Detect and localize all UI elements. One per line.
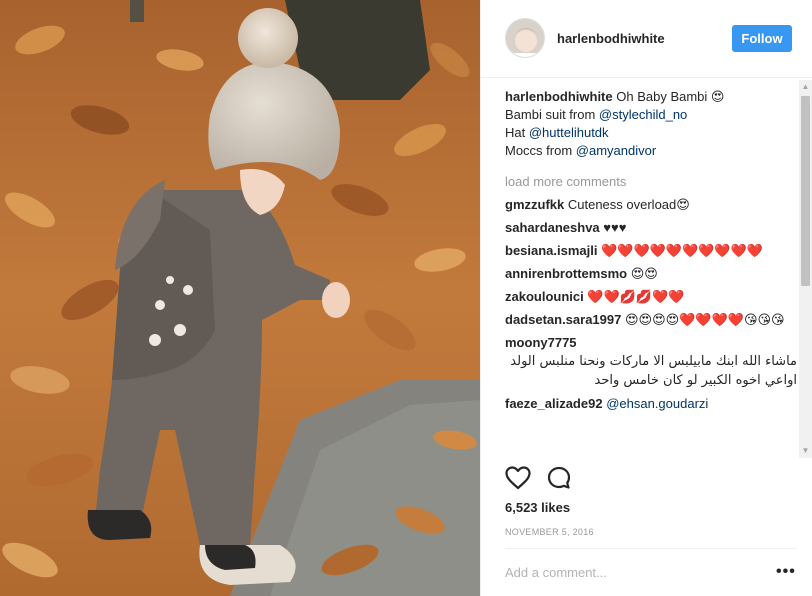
- comment-username[interactable]: annirenbrottemsmo: [505, 266, 627, 281]
- comment-username[interactable]: sahardaneshva: [505, 220, 600, 235]
- scroll-up-arrow-icon[interactable]: ▲: [799, 80, 812, 94]
- comment-bubble-icon[interactable]: [547, 466, 571, 495]
- comment-username[interactable]: zakoulounici: [505, 289, 584, 304]
- comment-item: dadsetan.sara1997 😍😍😍😍❤️❤️❤️❤️😘😘😘: [505, 311, 797, 329]
- mention-link[interactable]: @amyandivor: [576, 143, 656, 158]
- comment-text: 😍😍: [630, 266, 658, 281]
- avatar[interactable]: [505, 18, 545, 58]
- mention-link[interactable]: @huttelihutdk: [529, 125, 609, 140]
- comment-username[interactable]: moony7775: [505, 334, 797, 352]
- comment-item: gmzzufkk Cuteness overload😍: [505, 196, 797, 214]
- post-actions: [505, 466, 583, 492]
- comment-item: besiana.ismajli ❤️❤️❤️❤️❤️❤️❤️❤️❤️❤️: [505, 242, 797, 260]
- comment-text: 😍😍😍😍❤️❤️❤️❤️😘😘😘: [624, 312, 785, 327]
- more-options-button[interactable]: •••: [776, 564, 796, 580]
- comment-text: ❤️❤️💋💋❤️❤️: [587, 289, 685, 304]
- caption-line-moccs: Moccs from: [505, 143, 576, 158]
- comment-text: ♥♥♥: [603, 220, 627, 235]
- caption-line-suit: Bambi suit from: [505, 107, 599, 122]
- avatar-image: [506, 19, 544, 57]
- comments-list: harlenbodhiwhite Oh Baby Bambi 😍 Bambi s…: [505, 88, 797, 460]
- comment-username[interactable]: dadsetan.sara1997: [505, 312, 621, 327]
- load-more-comments-link[interactable]: load more comments: [505, 173, 797, 191]
- comment-item: moony7775 ماشاء الله ابنك مابيلبس الا ما…: [505, 334, 797, 390]
- comment-text: ماشاء الله ابنك مابيلبس الا ماركات ونحنا…: [510, 354, 797, 388]
- comment-text: Cuteness overload😍: [567, 197, 690, 212]
- scroll-down-arrow-icon[interactable]: ▼: [799, 444, 812, 458]
- add-comment-input[interactable]: [505, 565, 755, 580]
- comment-item: faeze_alizade92 @ehsan.goudarzi: [505, 395, 797, 413]
- divider: [505, 548, 797, 549]
- caption: harlenbodhiwhite Oh Baby Bambi 😍 Bambi s…: [505, 88, 797, 160]
- mention-link[interactable]: @stylechild_no: [599, 107, 687, 122]
- scrollbar-thumb[interactable]: [801, 96, 810, 286]
- heart-icon[interactable]: [505, 466, 531, 495]
- comment-item: annirenbrottemsmo 😍😍: [505, 265, 797, 283]
- likes-count[interactable]: 6,523 likes: [505, 500, 570, 515]
- post-photo[interactable]: [0, 0, 480, 596]
- comment-item: sahardaneshva ♥♥♥: [505, 219, 797, 237]
- mention-link[interactable]: @ehsan.goudarzi: [606, 396, 708, 411]
- caption-line-hat: Hat: [505, 125, 529, 140]
- caption-username[interactable]: harlenbodhiwhite: [505, 89, 613, 104]
- post-date: NOVEMBER 5, 2016: [505, 527, 594, 537]
- comments-scrollbar[interactable]: ▲ ▼: [799, 80, 812, 458]
- comment-username[interactable]: besiana.ismajli: [505, 243, 598, 258]
- comment-username[interactable]: faeze_alizade92: [505, 396, 603, 411]
- post-detail-panel: harlenbodhiwhite Follow harlenbodhiwhite…: [480, 0, 812, 596]
- comment-text: ❤️❤️❤️❤️❤️❤️❤️❤️❤️❤️: [601, 243, 763, 258]
- follow-button[interactable]: Follow: [732, 25, 792, 52]
- comment-username[interactable]: gmzzufkk: [505, 197, 564, 212]
- post-header: harlenbodhiwhite Follow: [481, 0, 812, 78]
- comment-item: zakoulounici ❤️❤️💋💋❤️❤️: [505, 288, 797, 306]
- caption-text: Oh Baby Bambi 😍: [616, 89, 725, 104]
- photo-baby-in-leaves: [0, 0, 480, 596]
- post-username[interactable]: harlenbodhiwhite: [557, 31, 665, 46]
